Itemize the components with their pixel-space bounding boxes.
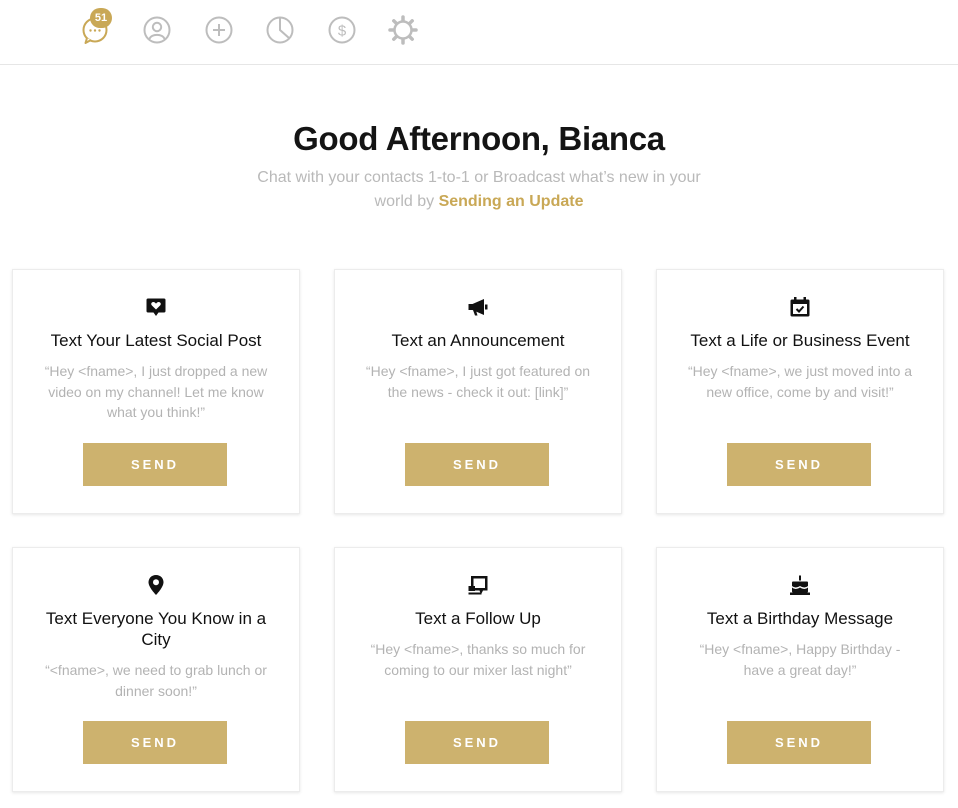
nav-contacts[interactable] (140, 13, 174, 47)
card-title: Text a Life or Business Event (690, 331, 910, 350)
location-pin-icon (13, 573, 299, 597)
card-sample-message: “Hey <fname>, thanks so much for coming … (370, 641, 586, 678)
card-announcement: Text an Announcement “Hey <fname>, I jus… (334, 269, 622, 514)
sending-update-link[interactable]: Sending an Update (439, 193, 584, 210)
card-sample-message: “Hey <fname>, Happy Birthday - have a gr… (699, 641, 901, 678)
nav-settings[interactable] (386, 13, 420, 47)
nav-analytics[interactable] (263, 13, 297, 47)
card-city: Text Everyone You Know in a City “<fname… (12, 547, 300, 792)
card-life-event: Text a Life or Business Event “Hey <fnam… (656, 269, 944, 514)
card-sample-message: “Hey <fname>, I just got featured on the… (365, 363, 591, 400)
card-social-post: Text Your Latest Social Post “Hey <fname… (12, 269, 300, 514)
card-title: Text a Follow Up (415, 609, 541, 628)
svg-text:$: $ (338, 23, 347, 40)
top-nav: 51 $ (0, 0, 958, 65)
card-follow-up: Text a Follow Up “Hey <fname>, thanks so… (334, 547, 622, 792)
nav-messages[interactable]: 51 (78, 8, 112, 47)
send-button[interactable]: SEND (405, 721, 549, 764)
card-birthday: Text a Birthday Message “Hey <fname>, Ha… (656, 547, 944, 792)
card-sample-message: “<fname>, we need to grab lunch or dinne… (45, 662, 267, 699)
gear-icon (386, 13, 420, 47)
send-button[interactable]: SEND (405, 443, 549, 486)
card-title: Text Everyone You Know in a City (45, 609, 267, 649)
page-title: Good Afternoon, Bianca (293, 120, 665, 157)
user-icon (140, 13, 174, 47)
birthday-cake-icon (657, 573, 943, 597)
page-subtitle: Chat with your contacts 1-to-1 or Broadc… (239, 166, 719, 214)
send-button[interactable]: SEND (83, 721, 227, 764)
card-title: Text Your Latest Social Post (50, 331, 262, 350)
plus-icon (202, 13, 236, 47)
send-button[interactable]: SEND (727, 721, 871, 764)
card-title: Text a Birthday Message (706, 609, 894, 628)
dollar-icon: $ (325, 13, 359, 47)
pie-chart-icon (263, 13, 297, 47)
nav-add[interactable] (202, 13, 236, 47)
send-button[interactable]: SEND (727, 443, 871, 486)
card-sample-message: “Hey <fname>, I just dropped a new video… (44, 363, 268, 420)
megaphone-icon (335, 295, 621, 319)
heart-bubble-icon (13, 295, 299, 319)
calendar-check-icon (657, 295, 943, 319)
nav-billing[interactable]: $ (325, 13, 359, 47)
follow-up-icon (335, 573, 621, 597)
send-button[interactable]: SEND (83, 443, 227, 486)
card-title: Text an Announcement (391, 331, 565, 350)
card-sample-message: “Hey <fname>, we just moved into a new o… (687, 363, 913, 400)
unread-badge: 51 (90, 8, 112, 28)
